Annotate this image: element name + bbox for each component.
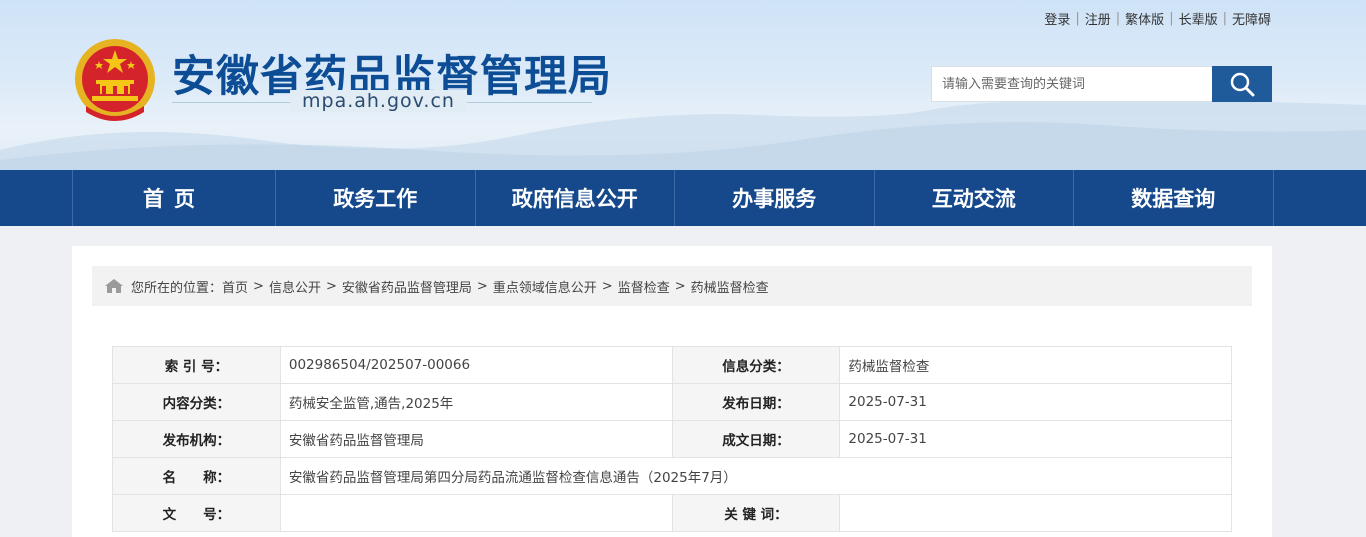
nav-data-query[interactable]: 数据查询 [1074,170,1274,226]
accessibility-link[interactable]: 无障碍 [1232,9,1271,28]
category-value: 药械监督检查 [839,346,1232,384]
breadcrumb-separator: > [601,278,613,294]
search-icon [1230,72,1255,97]
search-button[interactable] [1212,66,1272,102]
index-label: 索 引 号： [112,346,281,384]
content-panel: 您所在的位置： 首页 > 信息公开 > 安徽省药品监督管理局 > 重点领域信息公… [72,246,1272,537]
table-row: 索 引 号： 002986504/202507-00066 信息分类： 药械监督… [112,346,1232,384]
org-value: 安徽省药品监督管理局 [279,420,673,458]
category-label: 信息分类： [671,346,841,384]
breadcrumb-separator: > [674,278,686,294]
doc-date-value: 2025-07-31 [839,420,1232,458]
nav-services[interactable]: 办事服务 [675,170,875,226]
org-label: 发布机构： [112,420,281,458]
elderly-version-link[interactable]: 长辈版 [1179,9,1218,28]
search-bar [931,66,1272,102]
nav-interaction[interactable]: 互动交流 [875,170,1074,226]
nav-info-disclosure[interactable]: 政府信息公开 [476,170,675,226]
nav-government-work[interactable]: 政务工作 [276,170,476,226]
publish-date-label: 发布日期： [671,383,841,421]
separator: | [1075,11,1080,26]
table-row: 内容分类： 药械安全监管,通告,2025年 发布日期： 2025-07-31 [112,383,1232,421]
breadcrumb-separator: > [325,278,337,294]
home-icon [104,278,124,294]
breadcrumb-current[interactable]: 药械监督检查 [691,277,769,296]
keywords-value [839,494,1232,532]
register-link[interactable]: 注册 [1085,9,1111,28]
name-label: 名 称： [112,457,281,495]
name-value: 安徽省药品监督管理局第四分局药品流通监督检查信息通告（2025年7月） [279,457,1233,495]
nav-home[interactable]: 首页 [73,170,276,226]
publish-date-value: 2025-07-31 [839,383,1232,421]
doc-number-value [279,494,673,532]
site-url: mpa.ah.gov.cn [290,90,467,112]
keywords-label: 关 键 词： [671,494,841,532]
breadcrumb-info-disclosure[interactable]: 信息公开 [269,277,321,296]
breadcrumb-bureau[interactable]: 安徽省药品监督管理局 [342,277,472,296]
login-link[interactable]: 登录 [1044,9,1070,28]
national-emblem-logo[interactable] [72,36,158,122]
breadcrumb-home[interactable]: 首页 [222,277,248,296]
doc-date-label: 成文日期： [671,420,841,458]
table-row: 发布机构： 安徽省药品监督管理局 成文日期： 2025-07-31 [112,420,1232,458]
content-type-value: 药械安全监管,通告,2025年 [279,383,673,421]
top-links: 登录 | 注册 | 繁体版 | 长辈版 | 无障碍 [1044,9,1271,28]
breadcrumb-separator: > [253,278,264,294]
index-value: 002986504/202507-00066 [279,346,673,384]
separator: | [1169,11,1174,26]
site-header: 登录 | 注册 | 繁体版 | 长辈版 | 无障碍 安徽省药品监督管理局 mpa… [0,0,1366,170]
breadcrumb-supervision[interactable]: 监督检查 [618,277,670,296]
main-nav: 首页 政务工作 政府信息公开 办事服务 互动交流 数据查询 [0,170,1366,226]
content-type-label: 内容分类： [112,383,281,421]
doc-number-label: 文 号： [112,494,281,532]
search-input[interactable] [931,66,1212,102]
breadcrumb-key-areas[interactable]: 重点领域信息公开 [493,277,597,296]
breadcrumb: 您所在的位置： 首页 > 信息公开 > 安徽省药品监督管理局 > 重点领域信息公… [92,266,1252,306]
document-meta-table: 索 引 号： 002986504/202507-00066 信息分类： 药械监督… [112,346,1233,532]
table-row: 文 号： 关 键 词： [112,494,1232,532]
breadcrumb-prefix: 您所在的位置： [131,280,223,296]
separator: | [1115,11,1121,26]
table-row: 名 称： 安徽省药品监督管理局第四分局药品流通监督检查信息通告（2025年7月） [112,457,1233,495]
traditional-link[interactable]: 繁体版 [1125,9,1164,28]
separator: | [1222,11,1227,26]
breadcrumb-separator: > [476,278,488,294]
